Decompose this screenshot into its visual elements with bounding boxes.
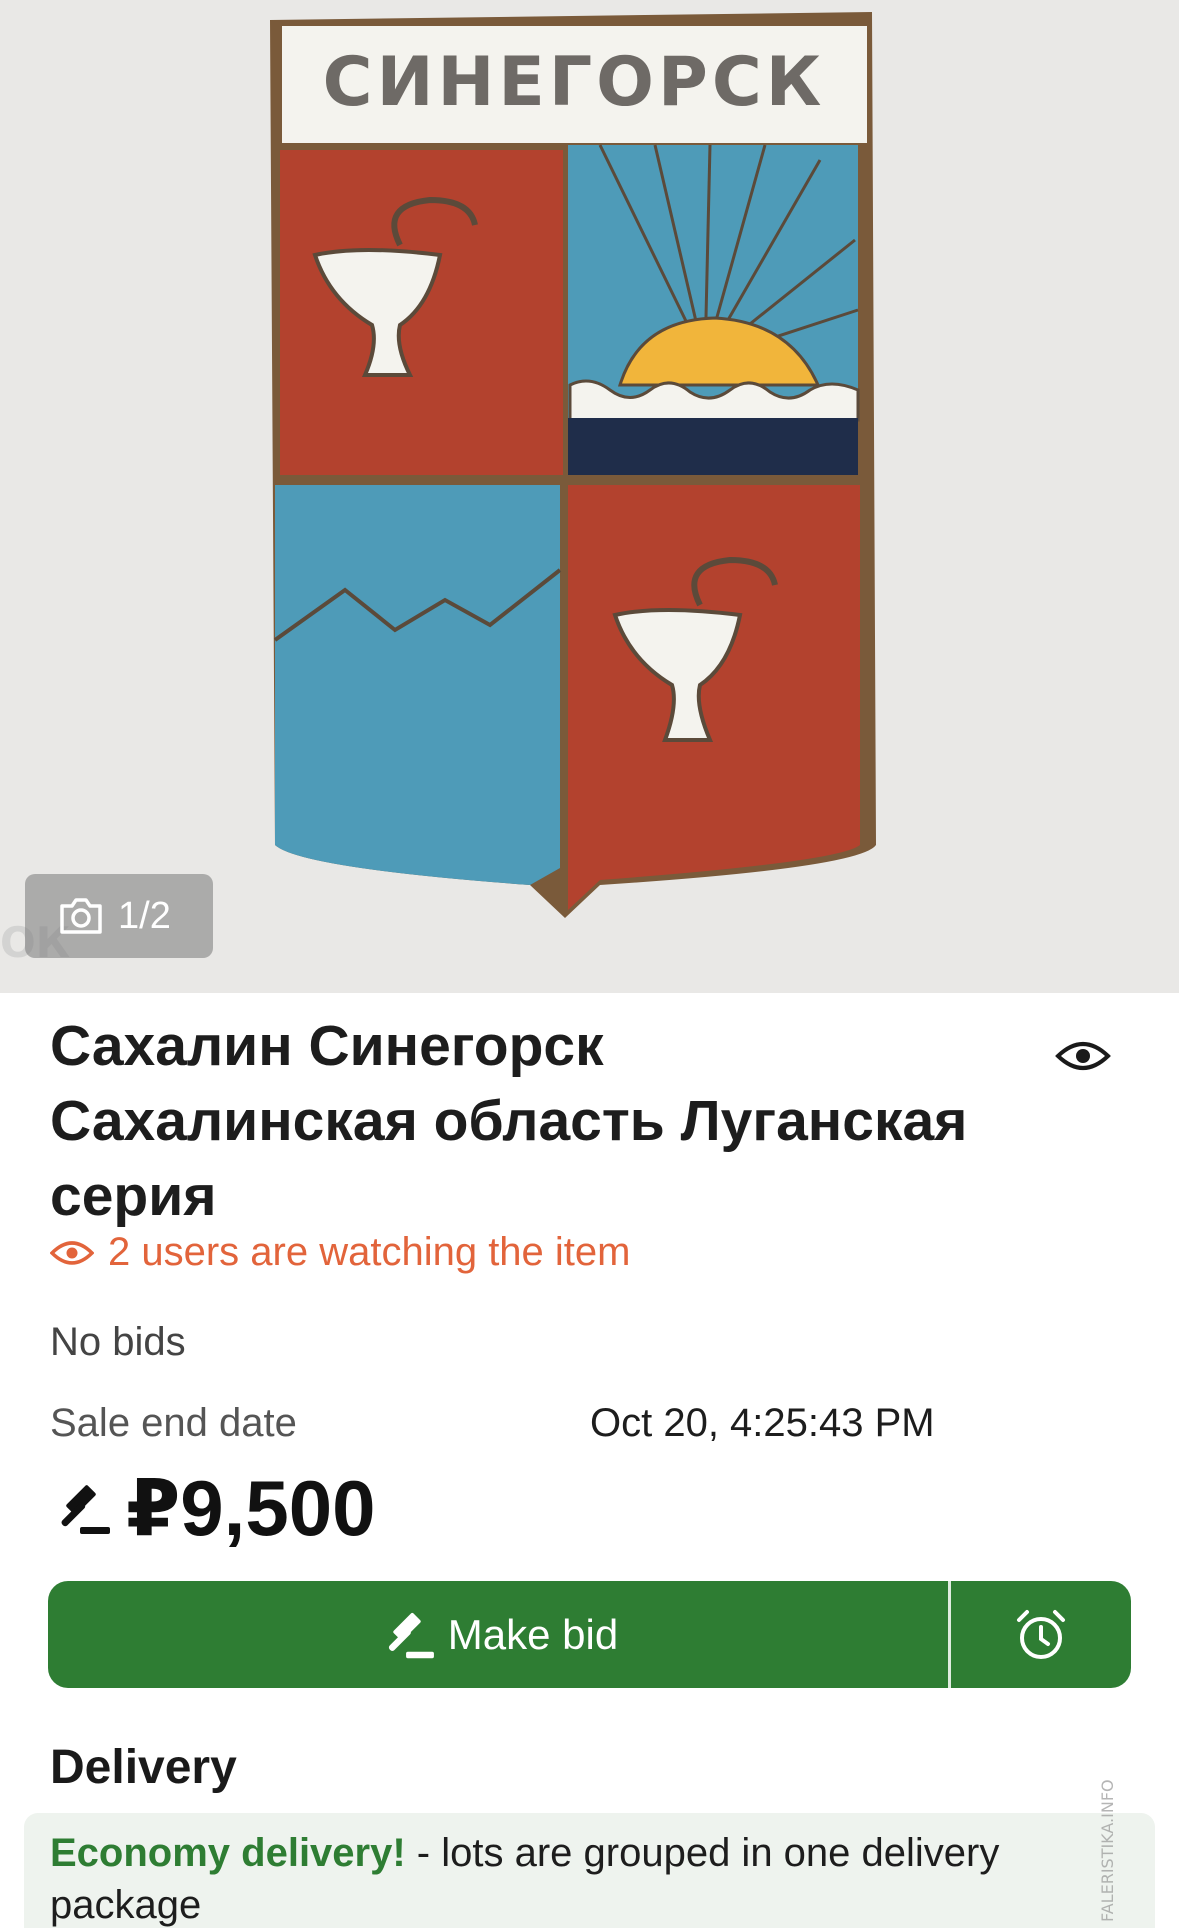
eye-icon — [1055, 1042, 1111, 1070]
listing-title: Сахалин Синегорск Сахалинская область Лу… — [50, 1014, 968, 1228]
reminder-button[interactable] — [951, 1581, 1131, 1688]
product-photo[interactable]: СИНЕГОРСК ОК — [0, 0, 1179, 993]
delivery-info-box: Economy delivery! - lots are grouped in … — [24, 1813, 1155, 1928]
gavel-icon — [61, 1484, 110, 1534]
eye-icon — [50, 1240, 94, 1265]
camera-icon — [60, 898, 102, 934]
bids-status: No bids — [50, 1320, 186, 1364]
watch-button[interactable] — [1052, 1031, 1114, 1081]
price-row: ₽9,500 — [50, 1463, 375, 1554]
delivery-heading: Delivery — [50, 1741, 237, 1794]
watchers-text: 2 users are watching the item — [108, 1230, 631, 1274]
gavel-icon — [388, 1612, 434, 1658]
make-bid-button[interactable]: Make bid — [48, 1581, 948, 1688]
make-bid-label: Make bid — [447, 1610, 619, 1658]
bid-action-bar: Make bid — [48, 1581, 1131, 1688]
economy-delivery-highlight: Economy delivery! — [50, 1831, 406, 1875]
watchers-info: 2 users are watching the item — [50, 1230, 630, 1275]
photo-counter-text: 1/2 — [118, 894, 171, 937]
side-watermark: FALERISTIKA.INFO — [1098, 1779, 1117, 1922]
price-value: ₽9,500 — [126, 1464, 376, 1552]
sale-end-value: Oct 20, 4:25:43 PM — [590, 1401, 935, 1445]
photo-counter[interactable]: 1/2 — [25, 874, 213, 958]
badge-image: СИНЕГОРСК — [270, 12, 876, 918]
badge-text: СИНЕГОРСК — [323, 43, 826, 122]
sale-end-label: Sale end date — [50, 1401, 297, 1445]
alarm-clock-icon — [1017, 1609, 1065, 1659]
bid-divider — [948, 1581, 951, 1688]
